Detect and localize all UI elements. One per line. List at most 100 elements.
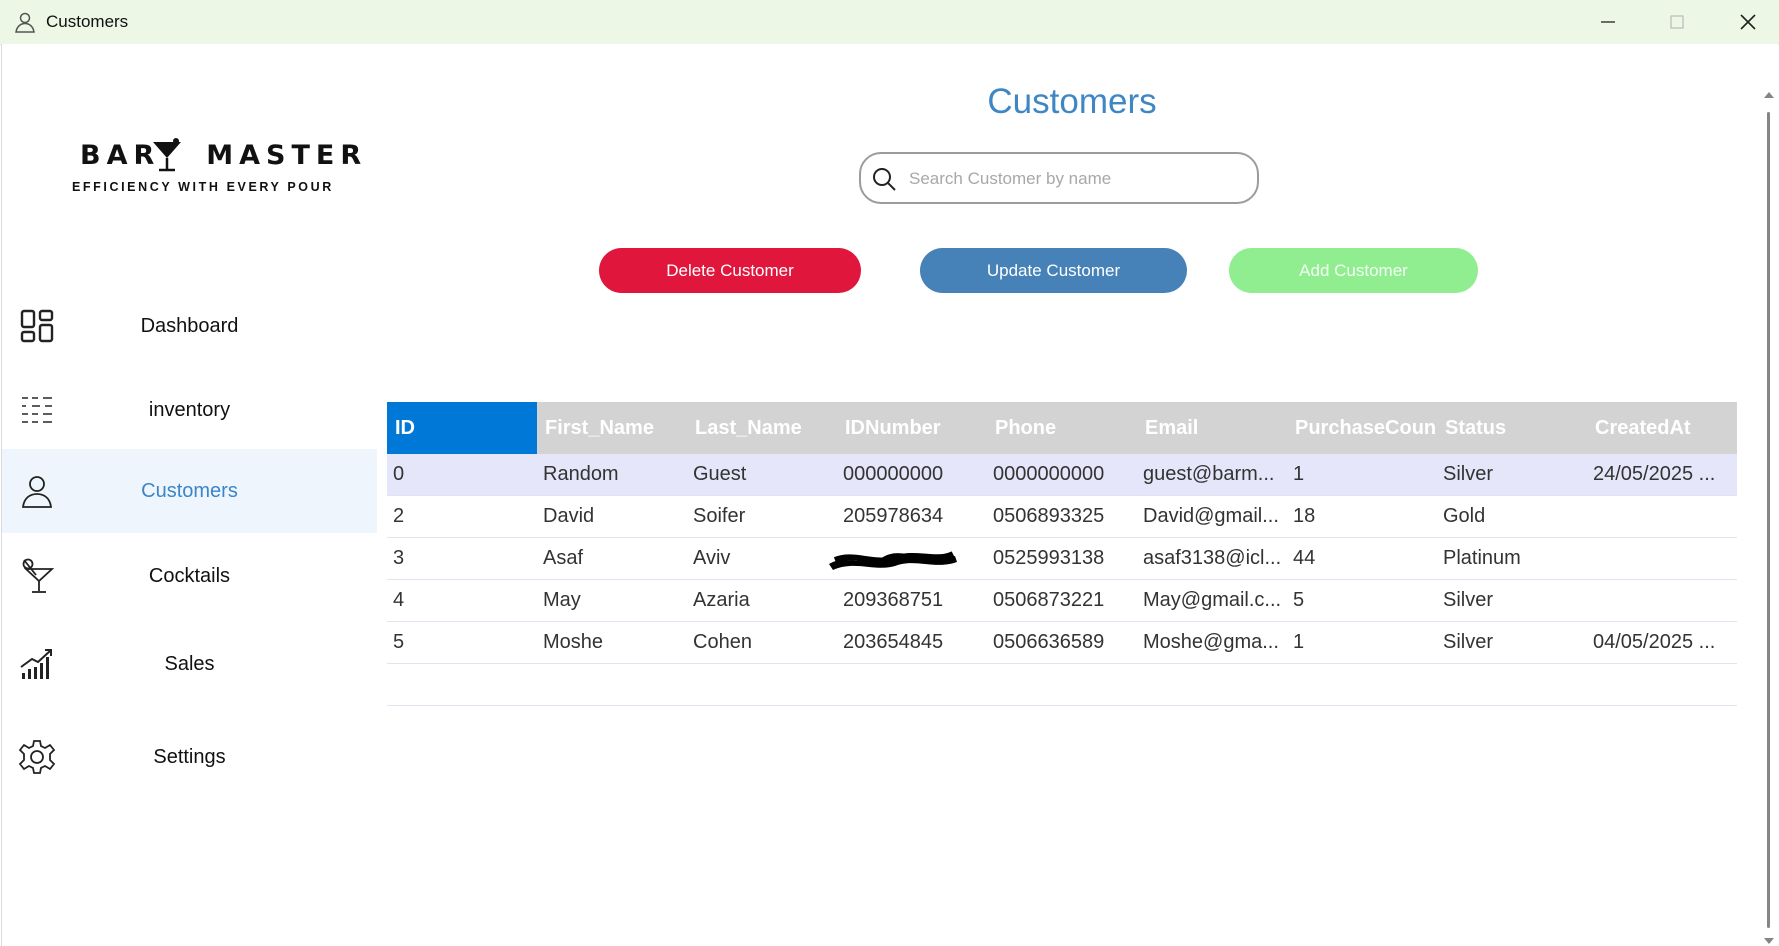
cell-status: Gold <box>1443 505 1486 527</box>
cocktail-glass-icon <box>153 138 181 172</box>
cell-last-name: Guest <box>693 463 747 485</box>
cell-status: Silver <box>1443 631 1494 653</box>
sidebar-item-label: Dashboard <box>140 315 239 337</box>
cell-phone: 0525993138 <box>993 547 1105 569</box>
column-header-phone[interactable]: Phone <box>987 402 1137 454</box>
logo-word-bar: BAR <box>80 140 161 171</box>
cell-id: 4 <box>393 589 405 611</box>
person-icon <box>15 12 35 33</box>
cell-phone: 0000000000 <box>993 463 1105 485</box>
sidebar-item-customers[interactable]: Customers <box>2 449 377 533</box>
cell-id-number <box>829 538 987 579</box>
window-title: Customers <box>46 12 129 31</box>
sidebar-item-sales[interactable]: Sales <box>2 622 377 706</box>
logo-word-master: MASTER <box>206 140 368 171</box>
sidebar-item-dashboard[interactable]: Dashboard <box>2 284 377 368</box>
cell-id-number: 209368751 <box>843 589 944 611</box>
cell-first-name: Random <box>543 463 619 485</box>
column-header-first-name[interactable]: First_Name <box>537 402 687 454</box>
cell-purchase-count: 1 <box>1293 631 1305 653</box>
cell-email: guest@barm... <box>1143 463 1275 485</box>
sidebar-item-inventory[interactable]: inventory <box>2 368 377 452</box>
update-customer-button[interactable]: Update Customer <box>920 248 1187 293</box>
table-new-row[interactable] <box>387 664 1737 706</box>
column-header-id[interactable]: ID <box>387 402 537 454</box>
sidebar-item-label: Sales <box>164 653 215 675</box>
cell-id-number: 000000000 <box>843 463 944 485</box>
column-header-status[interactable]: Status <box>1437 402 1587 454</box>
column-header-id-number[interactable]: IDNumber <box>837 402 987 454</box>
redaction-scribble <box>829 551 957 570</box>
sidebar-item-label: inventory <box>148 399 231 421</box>
column-header-email[interactable]: Email <box>1137 402 1287 454</box>
cell-id: 3 <box>393 547 405 569</box>
cell-email: Moshe@gma... <box>1143 631 1279 653</box>
search-icon <box>873 168 896 191</box>
cell-id-number: 203654845 <box>843 631 944 653</box>
sidebar-item-label: Cocktails <box>148 565 231 587</box>
cell-phone: 0506636589 <box>993 631 1105 653</box>
table-header: ID First_Name Last_Name IDNumber Phone E… <box>387 402 1737 454</box>
cell-last-name: Aviv <box>693 547 731 569</box>
close-button[interactable] <box>1713 0 1779 44</box>
minimize-icon <box>1601 21 1615 23</box>
cell-created-at <box>1587 580 1737 621</box>
sidebar-item-label: Customers <box>141 480 238 502</box>
cell-id: 0 <box>393 463 405 485</box>
table-row[interactable]: 0 Random Guest 000000000 0000000000 gues… <box>387 454 1737 496</box>
cell-status: Silver <box>1443 463 1494 485</box>
cell-first-name: Asaf <box>543 547 584 569</box>
cell-purchase-count: 18 <box>1293 505 1316 527</box>
column-header-last-name[interactable]: Last_Name <box>687 402 837 454</box>
customers-window: BAR MASTER EFFICIENCY WITH EVERY POUR Das… <box>1 44 1778 946</box>
close-icon <box>1740 14 1756 30</box>
sidebar-item-cocktails[interactable]: Cocktails <box>2 534 377 618</box>
scroll-up-arrow-icon[interactable] <box>1764 92 1774 98</box>
cell-email: May@gmail.c... <box>1143 589 1282 611</box>
bar-master-logo: BAR MASTER EFFICIENCY WITH EVERY POUR <box>62 138 361 220</box>
vertical-scrollbar[interactable] <box>1764 70 1774 944</box>
add-customer-button[interactable]: Add Customer <box>1229 248 1478 293</box>
cell-first-name: Moshe <box>543 631 604 653</box>
cell-email: asaf3138@icl... <box>1143 547 1282 569</box>
cell-phone: 0506873221 <box>993 589 1105 611</box>
scrollbar-thumb[interactable] <box>1767 112 1770 928</box>
maximize-icon <box>1670 15 1684 29</box>
cell-email: David@gmail... <box>1143 505 1279 527</box>
minimize-button[interactable] <box>1573 0 1643 44</box>
table-row[interactable]: 5 Moshe Cohen 203654845 0506636589 Moshe… <box>387 622 1737 664</box>
search-input[interactable] <box>907 162 1241 196</box>
delete-customer-button[interactable]: Delete Customer <box>599 248 861 293</box>
cell-purchase-count: 1 <box>1293 463 1305 485</box>
table-row[interactable]: 2 David Soifer 205978634 0506893325 Davi… <box>387 496 1737 538</box>
title-bar: Customers <box>0 0 1779 45</box>
cell-first-name: May <box>543 589 581 611</box>
maximize-button[interactable] <box>1642 0 1712 44</box>
search-box[interactable] <box>859 152 1259 204</box>
sidebar-item-settings[interactable]: Settings <box>2 715 377 799</box>
sidebar-item-label: Settings <box>153 746 226 768</box>
column-header-created-at[interactable]: CreatedAt <box>1587 402 1737 454</box>
column-header-purchase-count[interactable]: PurchaseCoun <box>1287 402 1437 454</box>
customers-table[interactable]: ID First_Name Last_Name IDNumber Phone E… <box>387 402 1737 706</box>
logo-tagline: EFFICIENCY WITH EVERY POUR <box>72 180 334 194</box>
cell-created-at <box>1587 538 1737 579</box>
page-title: Customers <box>987 82 1157 121</box>
cell-created-at <box>1587 496 1737 537</box>
cell-last-name: Soifer <box>693 505 746 527</box>
cell-first-name: David <box>543 505 595 527</box>
table-row[interactable]: 4 May Azaria 209368751 0506873221 May@gm… <box>387 580 1737 622</box>
cell-last-name: Azaria <box>693 589 750 611</box>
cell-status: Silver <box>1443 589 1494 611</box>
cell-purchase-count: 44 <box>1293 547 1316 569</box>
table-row[interactable]: 3 Asaf Aviv 0525993138 asaf3138@icl... 4… <box>387 538 1737 580</box>
cell-created-at: 04/05/2025 ... <box>1593 631 1716 653</box>
cell-id: 2 <box>393 505 405 527</box>
cell-created-at: 24/05/2025 ... <box>1593 463 1716 485</box>
cell-status: Platinum <box>1443 547 1521 569</box>
cell-purchase-count: 5 <box>1293 589 1305 611</box>
cell-phone: 0506893325 <box>993 505 1105 527</box>
cell-id-number: 205978634 <box>843 505 944 527</box>
cell-last-name: Cohen <box>693 631 752 653</box>
scroll-down-arrow-icon[interactable] <box>1764 938 1774 944</box>
